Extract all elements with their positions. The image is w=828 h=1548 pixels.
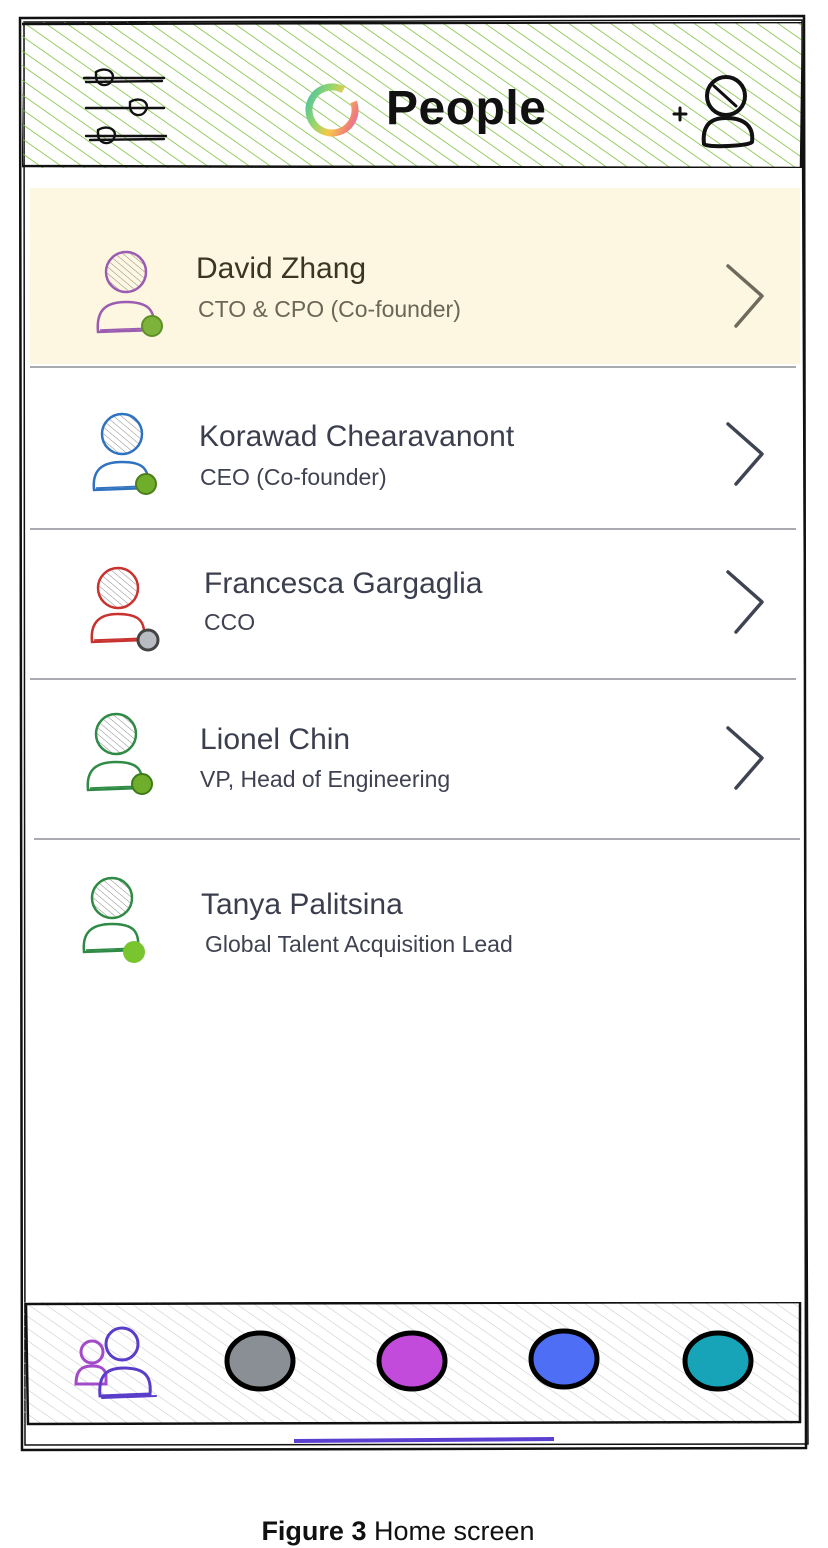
person-row-korawad-chearavanont[interactable]: Korawad Chearavanont CEO (Co-founder)	[30, 368, 800, 528]
people-icon	[74, 1326, 157, 1399]
caption-text: Home screen	[366, 1516, 535, 1546]
person-name: Lionel Chin	[200, 723, 351, 756]
home-indicator	[294, 1437, 554, 1443]
person-role: VP, Head of Engineering	[200, 766, 451, 792]
avatar	[96, 250, 163, 337]
add-user-button[interactable]	[666, 68, 770, 154]
tab-2[interactable]	[222, 1328, 298, 1394]
sliders-icon	[82, 68, 168, 145]
tab-4[interactable]	[526, 1326, 602, 1392]
teal-dot-icon	[682, 1330, 754, 1392]
chevron-right-icon[interactable]	[720, 420, 770, 490]
avatar	[92, 412, 157, 495]
person-role: CTO & CPO (Co-founder)	[198, 296, 461, 322]
person-name: Tanya Palitsina	[201, 888, 403, 921]
filter-button[interactable]	[78, 60, 174, 150]
chevron-right-icon[interactable]	[720, 262, 770, 332]
page-title: People	[386, 82, 547, 135]
tab-3[interactable]	[374, 1328, 450, 1394]
avatar	[82, 876, 145, 963]
chevron-right-icon[interactable]	[720, 724, 770, 794]
gray-dot-icon	[224, 1330, 296, 1392]
purple-dot-icon	[376, 1330, 448, 1392]
person-role: CCO	[204, 609, 256, 635]
person-row-lionel-chin[interactable]: Lionel Chin VP, Head of Engineering	[30, 680, 800, 838]
chevron-right-icon[interactable]	[720, 568, 770, 638]
person-row-tanya-palitsina[interactable]: Tanya Palitsina Global Talent Acquisitio…	[30, 840, 800, 990]
tab-5[interactable]	[680, 1328, 756, 1394]
person-name: David Zhang	[196, 252, 367, 285]
person-name: Francesca Gargaglia	[204, 567, 483, 600]
caption-label: Figure 3	[261, 1516, 367, 1546]
person-row-david-zhang[interactable]: David Zhang CTO & CPO (Co-founder)	[30, 188, 800, 364]
bottom-tab-bar	[24, 1302, 804, 1428]
avatar	[90, 566, 160, 652]
tab-people[interactable]	[70, 1324, 166, 1404]
blue-dot-icon	[528, 1328, 600, 1390]
person-role: CEO (Co-founder)	[200, 464, 387, 490]
person-row-francesca-gargaglia[interactable]: Francesca Gargaglia CCO	[30, 530, 800, 678]
person-role: Global Talent Acquisition Lead	[205, 931, 513, 957]
person-name: Korawad Chearavanont	[199, 420, 515, 453]
avatar	[86, 712, 153, 795]
add-person-icon	[672, 75, 755, 149]
rainbow-ring-logo	[300, 80, 364, 144]
figure-caption: Figure 3 Home screen	[0, 1514, 796, 1548]
